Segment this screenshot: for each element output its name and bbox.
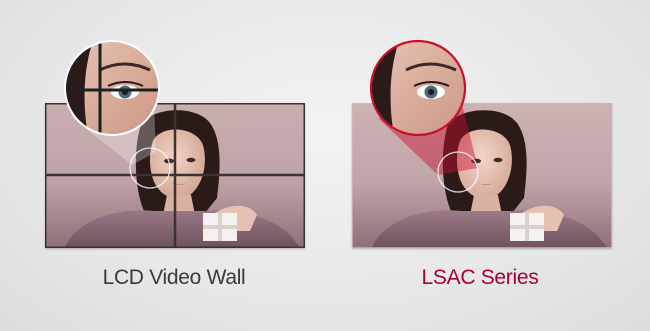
lsac-series-photo — [352, 103, 612, 248]
comparison-illustration: LCD Video Wall LSAC Series — [0, 0, 650, 331]
lcd-video-wall-image — [45, 103, 305, 248]
lsac-series-image — [352, 103, 612, 248]
lcd-video-wall-photo — [45, 103, 305, 248]
lsac-series-caption: LSAC Series — [421, 266, 539, 289]
lcd-video-wall-caption: LCD Video Wall — [102, 266, 246, 289]
